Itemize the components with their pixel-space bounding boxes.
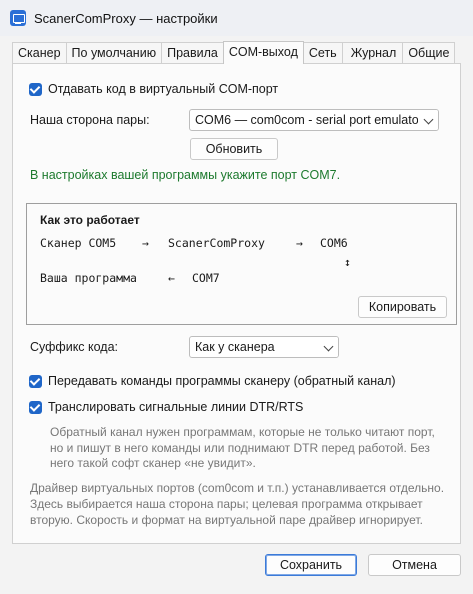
flow-target-port: COM7 — [192, 271, 220, 285]
suffix-select-value: Как у сканера — [195, 340, 275, 354]
copy-button[interactable]: Копировать — [358, 296, 447, 318]
tab-com-output[interactable]: COM-выход — [222, 41, 304, 64]
back-channel-note-line: Обратный канал нужен программам, которые… — [50, 425, 435, 439]
driver-note-line: Драйвер виртуальных портов (com0com и т.… — [30, 481, 445, 495]
flow-updown-arrow: ↕ — [344, 255, 351, 269]
cancel-button[interactable]: Отмена — [368, 554, 461, 576]
virtual-port-checkbox[interactable] — [29, 83, 42, 96]
chevron-down-icon — [423, 114, 434, 125]
flow-proxy: ScanerComProxy — [168, 236, 265, 250]
save-button[interactable]: Сохранить — [265, 554, 357, 576]
tab-bar: Сканер По умолчанию Правила COM-выход Се… — [12, 41, 456, 64]
chevron-down-icon — [323, 341, 334, 352]
suffix-select[interactable]: Как у сканера — [189, 336, 339, 358]
flow-arrow-right-1: → — [142, 236, 149, 250]
tab-general[interactable]: Общие — [402, 42, 456, 64]
pair-side-select[interactable]: COM6 — com0com - serial port emulator ( — [189, 109, 439, 131]
pair-side-select-value: COM6 — com0com - serial port emulator ( — [195, 113, 431, 127]
dtr-rts-label[interactable]: Транслировать сигнальные линии DTR/RTS — [48, 400, 303, 414]
app-icon — [10, 10, 26, 26]
tab-network[interactable]: Сеть — [302, 42, 343, 64]
pair-side-select-arrow-area — [418, 110, 438, 130]
tab-rules[interactable]: Правила — [161, 42, 224, 64]
back-channel-note-line: но и пишут в него команды или поднимают … — [50, 440, 430, 455]
window-title: ScanerComProxy — настройки — [34, 11, 218, 26]
flow-our-port: COM6 — [320, 236, 348, 250]
how-it-works-title: Как это работает — [40, 213, 140, 227]
driver-note-line: Здесь выбирается наша сторона пары; целе… — [30, 497, 423, 511]
back-channel-note: Обратный канал нужен программам, которые… — [50, 425, 435, 472]
flow-scanner-port: Сканер COM5 — [40, 236, 117, 250]
suffix-label: Суффикс кода: — [30, 340, 119, 354]
tab-defaults[interactable]: По умолчанию — [65, 42, 163, 64]
virtual-port-checkbox-label[interactable]: Отдавать код в виртуальный COM-порт — [48, 82, 278, 96]
port-hint: В настройках вашей программы укажите пор… — [30, 168, 341, 182]
back-channel-note-line: него такой софт сканер «не увидит». — [50, 456, 256, 470]
driver-note: Драйвер виртуальных портов (com0com и т.… — [30, 480, 444, 528]
dtr-rts-checkbox[interactable] — [29, 401, 42, 414]
back-channel-label[interactable]: Передавать команды программы сканеру (об… — [48, 374, 396, 388]
tab-log[interactable]: Журнал — [341, 42, 404, 64]
tab-scanner[interactable]: Сканер — [12, 42, 67, 64]
suffix-select-arrow-area — [318, 337, 338, 357]
pair-side-label: Наша сторона пары: — [30, 113, 150, 127]
refresh-button[interactable]: Обновить — [190, 138, 278, 160]
driver-note-line: вторую. Скорость и формат на виртуальной… — [30, 513, 423, 527]
back-channel-checkbox[interactable] — [29, 375, 42, 388]
title-bar[interactable]: ScanerComProxy — настройки — [0, 0, 473, 36]
flow-arrow-left: ← — [168, 271, 175, 285]
flow-your-program: Ваша программа — [40, 271, 137, 285]
flow-arrow-right-2: → — [296, 236, 303, 250]
